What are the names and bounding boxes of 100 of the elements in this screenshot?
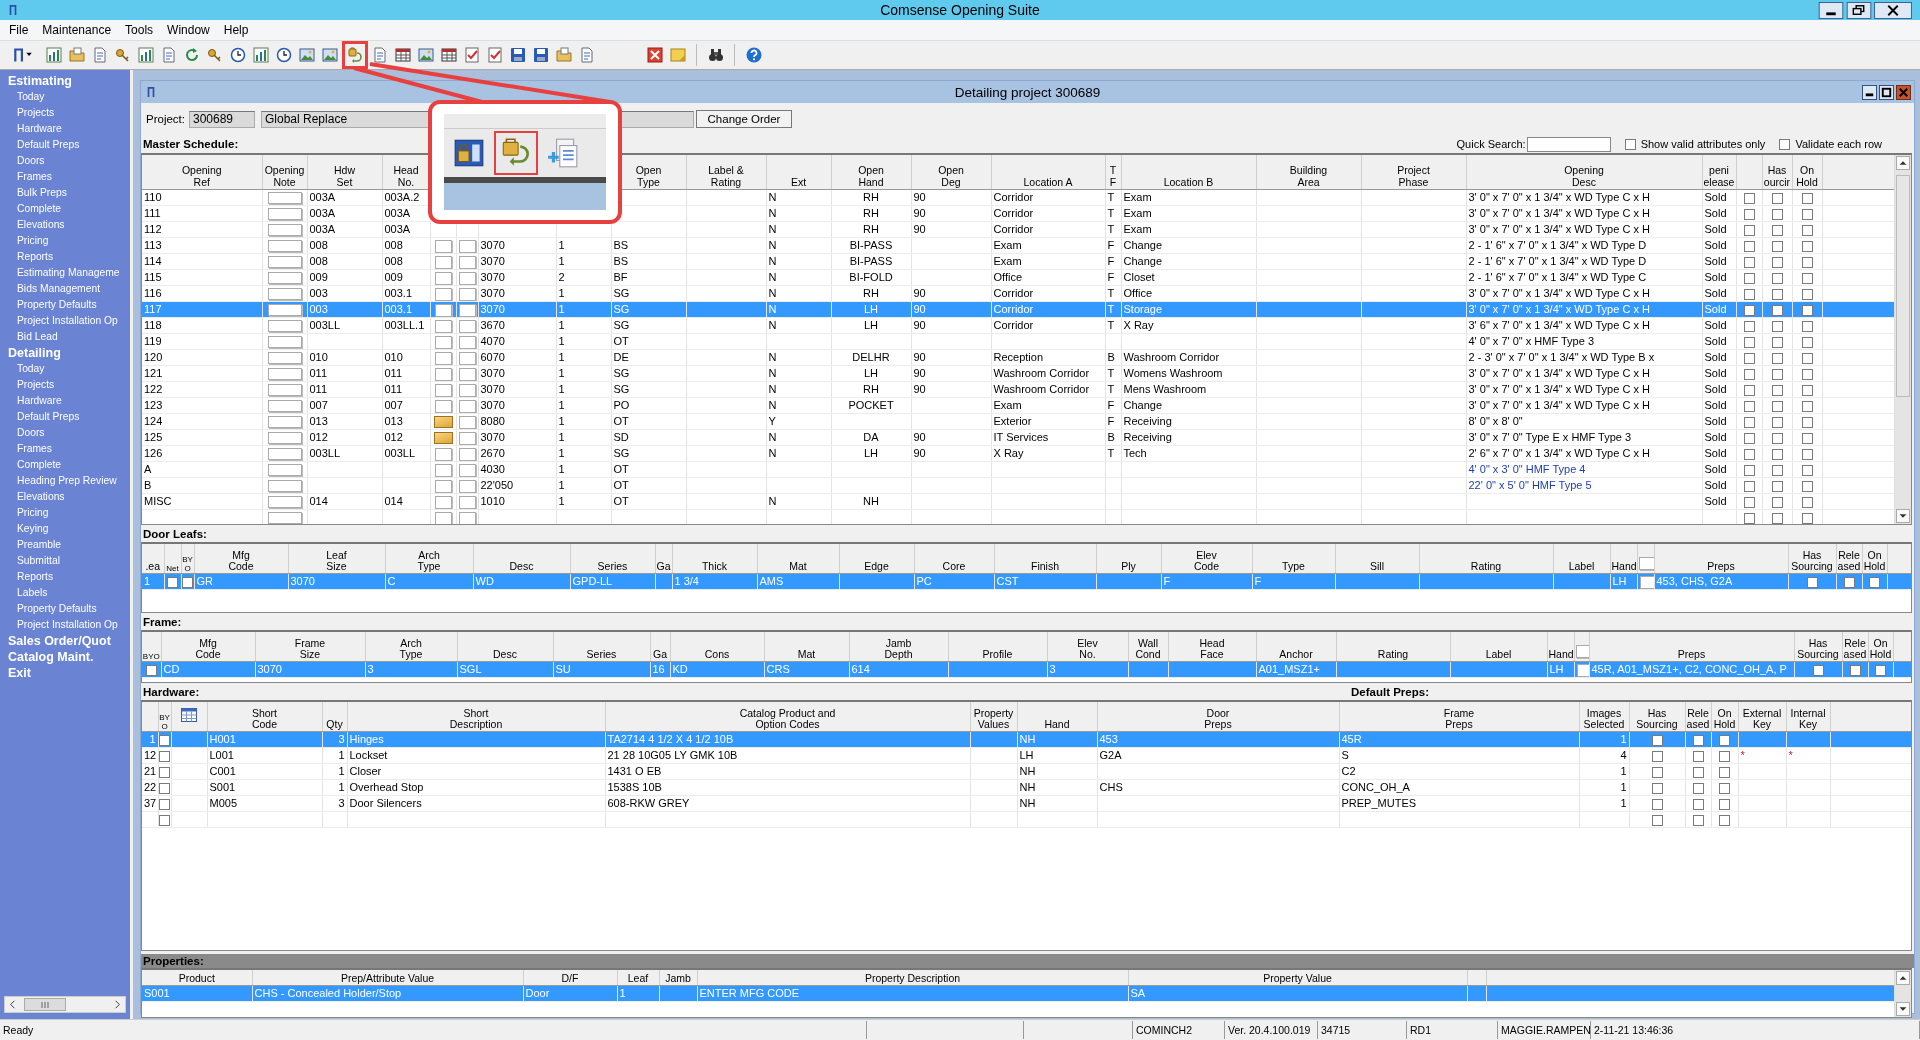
table-row[interactable]: 22 S001 1 Overhead Stop 1538S 10B NH CHS CONC_OH_A 1: [142, 779, 1911, 796]
sidebar-item[interactable]: Elevations: [0, 489, 65, 505]
table-row[interactable]: B 22'050 1 OT 22' 0" x 5' 0" HMF Type 5 Sold: [142, 477, 1894, 494]
checkbox[interactable]: [1719, 782, 1730, 794]
checkbox[interactable]: [1801, 480, 1813, 492]
sidebar-section[interactable]: Estimating: [0, 73, 72, 89]
sidebar-item[interactable]: Elevations: [0, 217, 65, 233]
note-icon[interactable]: [669, 47, 686, 63]
checkbox[interactable]: [1771, 512, 1783, 524]
binoculars-icon[interactable]: [707, 47, 724, 63]
checkbox[interactable]: [145, 664, 157, 676]
sidebar-item[interactable]: Project Installation Op: [0, 617, 118, 633]
key-icon[interactable]: [206, 47, 223, 63]
key-icon[interactable]: [114, 47, 131, 63]
checkbox[interactable]: [1771, 448, 1783, 460]
table-row[interactable]: 122 011 011 3070 1 SG N RH 90 Washroom Corridor T Mens Washroom 3' 0" x 7' 0" x 1 3/4" x WD Type C x H Sold: [142, 381, 1894, 398]
sidebar-item[interactable]: Doors: [0, 153, 45, 169]
clock-icon[interactable]: [229, 47, 246, 63]
document-icon[interactable]: [91, 47, 108, 63]
search-field[interactable]: [1526, 136, 1611, 152]
checkbox[interactable]: [1771, 272, 1783, 284]
checkbox[interactable]: [1771, 208, 1783, 220]
menu-item[interactable]: File: [2, 21, 36, 39]
scroll-up-button[interactable]: [1896, 971, 1910, 985]
document-icon[interactable]: [578, 47, 595, 63]
sidebar-section[interactable]: Detailing: [0, 345, 61, 361]
sidebar-item[interactable]: Hardware: [0, 393, 62, 409]
checkbox[interactable]: [1651, 750, 1663, 762]
table-row[interactable]: 1 H001 3 Hinges TA2714 4 1/2 X 4 1/2 10B NH 453 45R 1: [142, 731, 1911, 748]
sidebar-item[interactable]: Keying: [0, 521, 49, 537]
maximize-button[interactable]: [1879, 84, 1894, 100]
sidebar-item[interactable]: Bids Management: [0, 281, 100, 297]
sidebar-item[interactable]: Complete: [0, 201, 62, 217]
checkbox[interactable]: [1801, 320, 1813, 332]
checkbox[interactable]: [1801, 192, 1813, 204]
checkbox[interactable]: [1801, 416, 1813, 428]
checkbox[interactable]: [1771, 320, 1783, 332]
checkbox[interactable]: [1771, 480, 1783, 492]
checkbox[interactable]: [1692, 734, 1704, 746]
table-row[interactable]: 120 010 010 6070 1 DE N DELHR 90 Reception B Washroom Corridor 2 - 3' 0" x 7' 0" x 1 3/4" x WD Type B x Sold: [142, 349, 1894, 366]
sidebar-item[interactable]: Projects: [0, 105, 55, 121]
menu-item[interactable]: Help: [216, 21, 256, 39]
document-icon[interactable]: [160, 47, 177, 63]
table-row[interactable]: 124 013 013 8080 1 OT Y Exterior F Receiving 8' 0" x 8' 0" Sold: [142, 413, 1894, 430]
sidebar-item[interactable]: Project Installation Op: [0, 313, 118, 329]
sidebar-item[interactable]: Frames: [0, 169, 52, 185]
sidebar-item[interactable]: Default Preps: [0, 137, 80, 153]
checkbox[interactable]: [1651, 814, 1663, 826]
checkbox[interactable]: [182, 576, 193, 588]
checkbox[interactable]: [159, 766, 170, 778]
checkbox[interactable]: [1743, 480, 1755, 492]
checkbox[interactable]: [1801, 272, 1813, 284]
table-row[interactable]: 118 003LL 003LL.1 3670 1 SG N LH 90 Corridor T X Ray 3' 6" x 7' 0" x 1 3/4" x WD Type C x H Sold: [142, 317, 1894, 334]
sidebar-item[interactable]: Reports: [0, 249, 54, 265]
restore-button[interactable]: [1846, 1, 1872, 19]
checkbox[interactable]: [159, 782, 170, 794]
scroll-down-button[interactable]: [1896, 509, 1910, 523]
sidebar-section[interactable]: Sales Order/Quot: [0, 633, 111, 649]
folder-icon[interactable]: [68, 47, 85, 63]
close-button[interactable]: [1896, 84, 1911, 100]
checkbox[interactable]: [1719, 814, 1730, 826]
folder-icon[interactable]: [555, 47, 572, 63]
sidebar-item[interactable]: Complete: [0, 457, 62, 473]
scrollbar[interactable]: [1894, 155, 1911, 524]
minimize-button[interactable]: [1862, 84, 1877, 100]
sidebar-item[interactable]: Submittal: [0, 553, 60, 569]
menu-item[interactable]: Maintenance: [35, 21, 119, 39]
table-row[interactable]: 113 008 008 3070 1 BS N BI-PASS Exam F Change 2 - 1' 6" x 7' 0" x 1 3/4" x WD Type D Sold: [142, 237, 1894, 254]
checkbox[interactable]: [1806, 576, 1818, 588]
chart-icon[interactable]: [137, 47, 154, 63]
checkbox[interactable]: [1771, 368, 1783, 380]
checkbox[interactable]: [1801, 208, 1813, 220]
checkbox[interactable]: [1801, 224, 1813, 236]
table-row[interactable]: 126 003LL 003LL 2670 1 SG N LH 90 X Ray T Tech 2' 6" x 7' 0" x 1 3/4" x WD Type C x H Sold: [142, 445, 1894, 462]
checkbox[interactable]: [1801, 448, 1813, 460]
table-row[interactable]: 119 4070 1 OT 4' 0" x 7' 0" x HMF Type 3 Sold: [142, 333, 1894, 350]
table-row[interactable]: 114 008 008 3070 1 BS N BI-PASS Exam F Change 2 - 1' 6" x 7' 0" x 1 3/4" x WD Type D Sold: [142, 253, 1894, 270]
checkbox[interactable]: [1743, 320, 1755, 332]
checkbox[interactable]: [1771, 192, 1783, 204]
sidebar-item[interactable]: Labels: [0, 585, 48, 601]
checkbox[interactable]: [1801, 336, 1813, 348]
checkbox[interactable]: [1849, 664, 1861, 676]
table-row[interactable]: 117 003 003.1 3070 1 SG N LH 90 Corridor T Storage 3' 0" x 7' 0" x 1 3/4" x WD Type C x H Sold: [142, 301, 1894, 318]
checkbox[interactable]: [1651, 766, 1663, 778]
checkbox[interactable]: [1743, 208, 1755, 220]
sidebar-item[interactable]: Reports: [0, 569, 54, 585]
checkbox[interactable]: [1771, 288, 1783, 300]
close-button[interactable]: [1874, 1, 1912, 19]
checkbox[interactable]: [1801, 256, 1813, 268]
sidebar-item[interactable]: Default Preps: [0, 409, 80, 425]
checkbox[interactable]: [1624, 138, 1636, 150]
checkbox[interactable]: [1771, 384, 1783, 396]
chart-icon[interactable]: [252, 47, 269, 63]
checkbox[interactable]: [1771, 256, 1783, 268]
checkbox[interactable]: [1801, 352, 1813, 364]
sidebar-item[interactable]: Hardware: [0, 121, 62, 137]
sidebar-section[interactable]: Exit: [0, 665, 31, 681]
chart-icon[interactable]: [45, 47, 62, 63]
logo-icon[interactable]: [12, 46, 34, 64]
table-row[interactable]: 37 M005 3 Door Silencers 608-RKW GREY NH PREP_MUTES 1: [142, 795, 1911, 812]
